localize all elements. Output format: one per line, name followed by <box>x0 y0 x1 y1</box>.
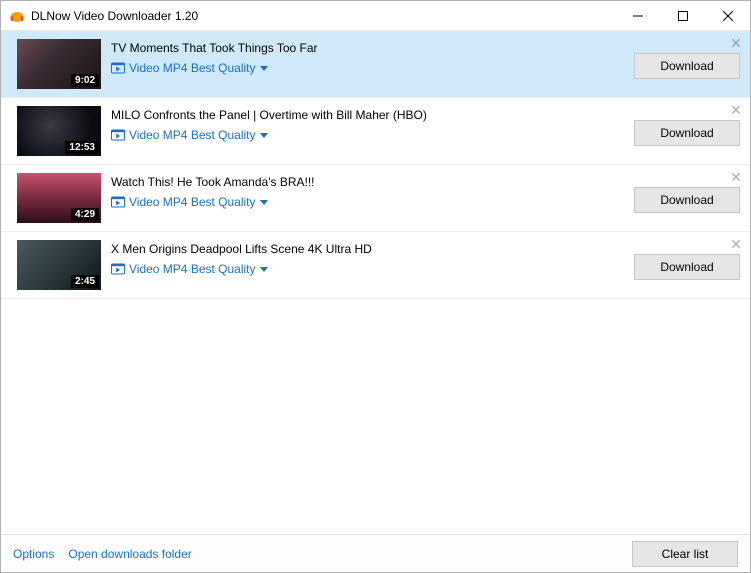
chevron-down-icon <box>260 195 268 209</box>
download-button[interactable]: Download <box>634 120 740 146</box>
chevron-down-icon <box>260 61 268 75</box>
format-label: Video MP4 Best Quality <box>129 195 256 209</box>
chevron-down-icon <box>260 262 268 276</box>
format-label: Video MP4 Best Quality <box>129 61 256 75</box>
clear-list-button[interactable]: Clear list <box>632 541 738 567</box>
video-duration: 9:02 <box>71 74 99 87</box>
video-title: TV Moments That Took Things Too Far <box>111 39 624 55</box>
video-duration: 4:29 <box>71 208 99 221</box>
titlebar: DLNow Video Downloader 1.20 <box>1 1 750 31</box>
video-icon <box>111 195 125 209</box>
chevron-down-icon <box>260 128 268 142</box>
video-title: MILO Confronts the Panel | Overtime with… <box>111 106 624 122</box>
format-label: Video MP4 Best Quality <box>129 128 256 142</box>
video-thumbnail: 9:02 <box>17 39 101 89</box>
footer-bar: Options Open downloads folder Clear list <box>1 534 750 572</box>
format-dropdown[interactable]: Video MP4 Best Quality <box>111 195 624 209</box>
remove-item-button[interactable]: ✕ <box>728 169 744 185</box>
remove-item-button[interactable]: ✕ <box>728 236 744 252</box>
format-dropdown[interactable]: Video MP4 Best Quality <box>111 262 624 276</box>
video-icon <box>111 262 125 276</box>
format-label: Video MP4 Best Quality <box>129 262 256 276</box>
list-item[interactable]: 12:53 MILO Confronts the Panel | Overtime… <box>1 98 750 165</box>
maximize-button[interactable] <box>660 1 705 30</box>
window-title: DLNow Video Downloader 1.20 <box>31 9 615 23</box>
download-button[interactable]: Download <box>634 187 740 213</box>
remove-item-button[interactable]: ✕ <box>728 102 744 118</box>
list-item[interactable]: 9:02 TV Moments That Took Things Too Far V… <box>1 31 750 98</box>
format-dropdown[interactable]: Video MP4 Best Quality <box>111 61 624 75</box>
download-button[interactable]: Download <box>634 254 740 280</box>
minimize-button[interactable] <box>615 1 660 30</box>
video-title: Watch This! He Took Amanda's BRA!!! <box>111 173 624 189</box>
open-downloads-folder-link[interactable]: Open downloads folder <box>68 547 191 561</box>
video-duration: 12:53 <box>65 141 99 154</box>
remove-item-button[interactable]: ✕ <box>728 35 744 51</box>
app-icon <box>9 8 25 24</box>
video-icon <box>111 128 125 142</box>
video-icon <box>111 61 125 75</box>
close-button[interactable] <box>705 1 750 30</box>
video-thumbnail: 4:29 <box>17 173 101 223</box>
video-duration: 2:45 <box>71 275 99 288</box>
list-item[interactable]: 2:45 X Men Origins Deadpool Lifts Scene 4… <box>1 232 750 299</box>
video-title: X Men Origins Deadpool Lifts Scene 4K Ul… <box>111 240 624 256</box>
options-link[interactable]: Options <box>13 547 54 561</box>
app-window: DLNow Video Downloader 1.20 9:02 TV Momen… <box>0 0 751 573</box>
video-thumbnail: 2:45 <box>17 240 101 290</box>
video-thumbnail: 12:53 <box>17 106 101 156</box>
list-item[interactable]: 4:29 Watch This! He Took Amanda's BRA!!! V… <box>1 165 750 232</box>
download-button[interactable]: Download <box>634 53 740 79</box>
format-dropdown[interactable]: Video MP4 Best Quality <box>111 128 624 142</box>
video-list: 9:02 TV Moments That Took Things Too Far V… <box>1 31 750 534</box>
